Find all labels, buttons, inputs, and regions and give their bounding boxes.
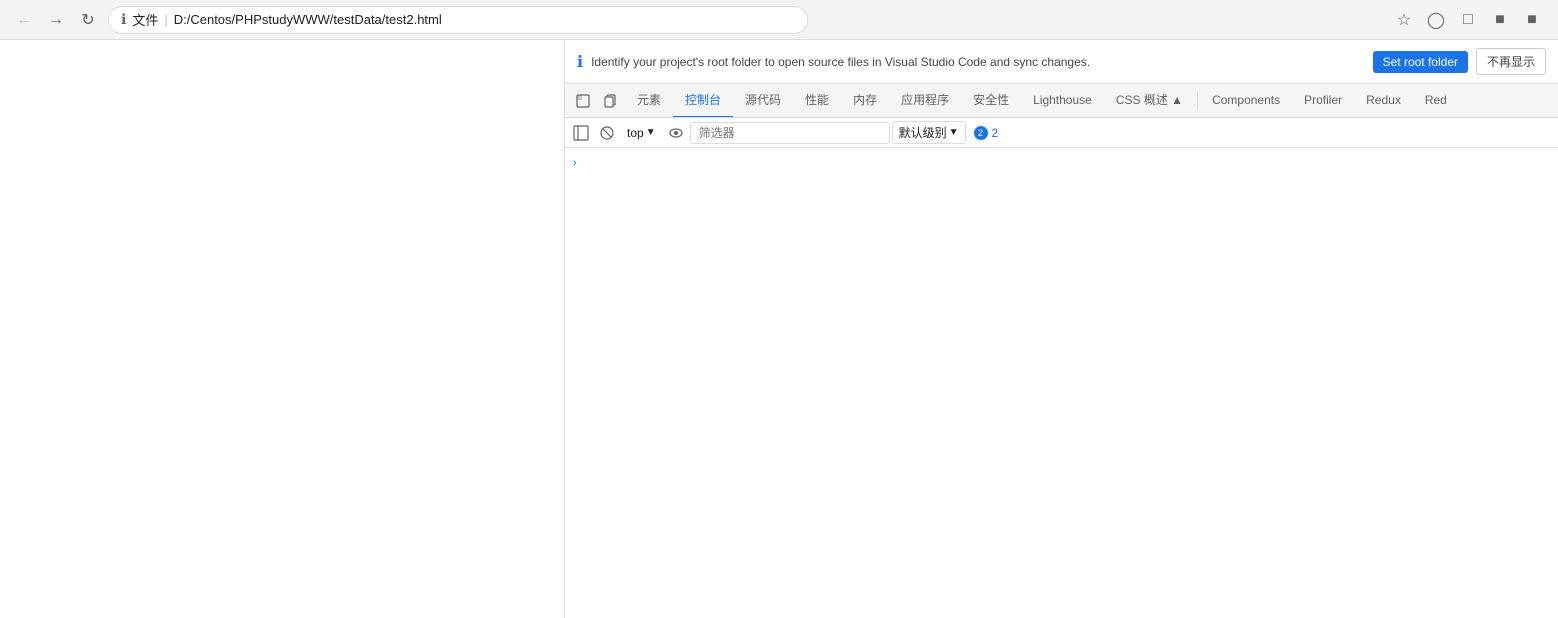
tab-css-overview[interactable]: CSS 概述 ▲ [1104, 84, 1195, 118]
close-button[interactable]: ■ [1518, 6, 1546, 34]
back-button[interactable]: ← [12, 8, 36, 32]
issues-dot: 2 [974, 126, 988, 140]
tab-memory[interactable]: 内存 [841, 84, 889, 118]
tab-red[interactable]: Red [1413, 84, 1459, 118]
tab-profiler[interactable]: Profiler [1292, 84, 1354, 118]
console-row[interactable]: › [565, 152, 1558, 174]
tab-elements[interactable]: 元素 [625, 84, 673, 118]
console-content[interactable]: › [565, 148, 1558, 618]
issues-badge[interactable]: 2 2 [968, 124, 1005, 142]
live-expressions-button[interactable] [664, 121, 688, 145]
tab-components[interactable]: Components [1200, 84, 1292, 118]
reload-button[interactable]: ↻ [76, 8, 100, 32]
tab-performance[interactable]: 性能 [793, 84, 841, 118]
filter-input[interactable] [690, 122, 890, 144]
tab-console[interactable]: 控制台 [673, 84, 733, 118]
tab-application[interactable]: 应用程序 [889, 84, 961, 118]
window-button[interactable]: □ [1454, 6, 1482, 34]
devtools-panel: ℹ Identify your project's root folder to… [565, 40, 1558, 618]
tab-redux[interactable]: Redux [1354, 84, 1413, 118]
sidebar-toggle-button[interactable] [569, 121, 593, 145]
tab-icon-inspector[interactable] [569, 87, 597, 115]
browser-content [0, 40, 565, 618]
dropdown-chevron-icon: ▼ [646, 127, 656, 138]
browser-actions: ☆ ◯ □ ■ ■ [1390, 6, 1546, 34]
url-text: D:/Centos/PHPstudyWWW/testData/test2.htm… [174, 12, 442, 27]
main-layout: ℹ Identify your project's root folder to… [0, 40, 1558, 618]
banner-info-icon: ℹ [577, 52, 583, 72]
bookmark-button[interactable]: ☆ [1390, 6, 1418, 34]
clear-console-button[interactable] [595, 121, 619, 145]
level-label: 默认级别 [899, 124, 947, 141]
address-bar[interactable]: ℹ 文件 | D:/Centos/PHPstudyWWW/testData/te… [108, 6, 808, 34]
info-banner: ℹ Identify your project's root folder to… [565, 40, 1558, 84]
devtools-tabs: 元素 控制台 源代码 性能 内存 应用程序 安全性 Lighthouse [565, 84, 1558, 118]
file-label: 文件 [132, 10, 158, 29]
context-dropdown[interactable]: top ▼ [621, 124, 662, 142]
log-level-dropdown[interactable]: 默认级别 ▼ [892, 121, 966, 144]
console-toolbar: top ▼ 默认级别 ▼ 2 2 [565, 118, 1558, 148]
separator: | [164, 12, 167, 27]
issues-count-label: 2 [992, 126, 999, 140]
top-label: top [627, 126, 644, 140]
minimize-button[interactable]: ■ [1486, 6, 1514, 34]
browser-chrome: ← → ↻ ℹ 文件 | D:/Centos/PHPstudyWWW/testD… [0, 0, 1558, 40]
tab-icon-copy[interactable] [597, 87, 625, 115]
tab-lighthouse[interactable]: Lighthouse [1021, 84, 1104, 118]
forward-button[interactable]: → [44, 8, 68, 32]
info-icon: ℹ [121, 11, 126, 28]
expand-arrow-icon: › [573, 154, 577, 172]
level-dropdown-chevron-icon: ▼ [949, 127, 959, 138]
tab-sources[interactable]: 源代码 [733, 84, 793, 118]
set-root-folder-button[interactable]: Set root folder [1373, 51, 1468, 73]
extensions-button[interactable]: ◯ [1422, 6, 1450, 34]
tab-security[interactable]: 安全性 [961, 84, 1021, 118]
banner-text: Identify your project's root folder to o… [591, 55, 1365, 69]
dismiss-banner-button[interactable]: 不再显示 [1476, 48, 1546, 75]
tab-separator [1197, 92, 1198, 110]
